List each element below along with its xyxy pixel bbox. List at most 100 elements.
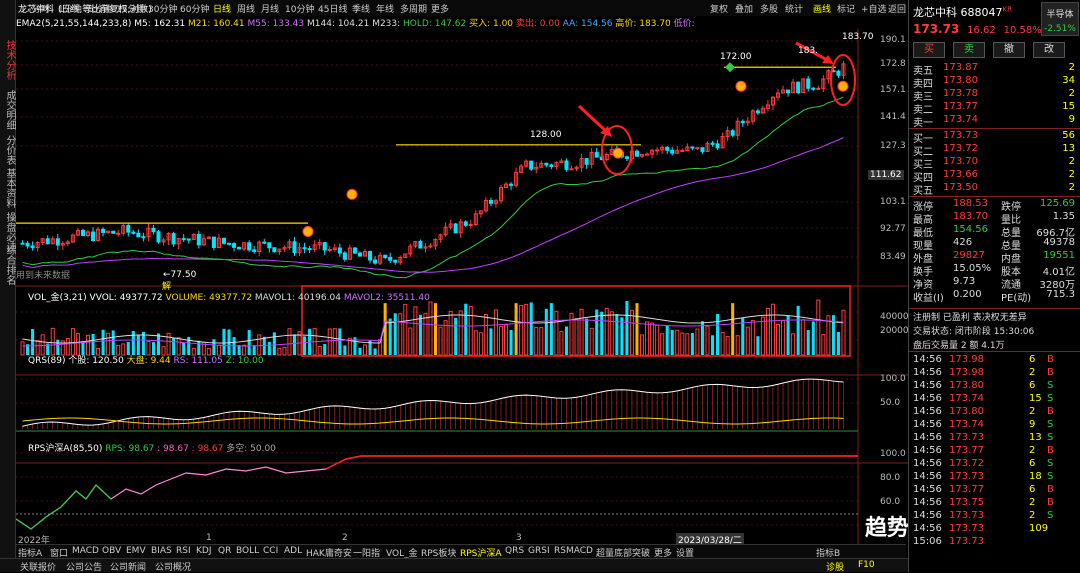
arrow-1 bbox=[577, 104, 610, 135]
orderbook-volume: 9 bbox=[1068, 114, 1075, 125]
qrs-rs: RS: 111.05 bbox=[173, 356, 223, 366]
tab-trade-detail[interactable]: 成交明细 bbox=[1, 90, 15, 130]
chart-area[interactable] bbox=[16, 29, 908, 544]
add-watchlist-button[interactable]: +自选 bbox=[861, 2, 887, 15]
vvol-value: VVOL: 49377.72 bbox=[89, 293, 163, 303]
info-line-2: 交易状态: 闭市阶段 15:30:06 bbox=[913, 327, 1035, 337]
cancel-order-button[interactable]: 撤 bbox=[993, 42, 1025, 58]
price-tick: 190.1 bbox=[880, 35, 906, 45]
buy-button[interactable]: 买 bbox=[913, 42, 945, 58]
quote-change: 16.62 bbox=[967, 25, 996, 36]
orderbook-row[interactable]: 卖五 173.87 2 bbox=[909, 62, 1080, 77]
tick-row: 14:56 173.77 2 B bbox=[913, 445, 1054, 456]
orderbook-row[interactable]: 买五 173.50 2 bbox=[909, 182, 1080, 197]
link-announcement[interactable]: 公司公告 bbox=[66, 560, 102, 573]
tab-cci[interactable]: CCI bbox=[263, 546, 278, 556]
draw-button[interactable]: 画线 bbox=[813, 2, 831, 15]
stat-row: 收益(I) 0.200 PE(动) 715.3 bbox=[913, 289, 1075, 304]
link-f10[interactable]: F10 bbox=[858, 560, 875, 570]
overlay-button[interactable]: 叠加 bbox=[735, 2, 753, 15]
orderbook-row[interactable]: 买二 173.72 13 bbox=[909, 143, 1080, 158]
date-tick: 1 bbox=[206, 533, 212, 543]
tab-emv[interactable]: EMV bbox=[126, 546, 146, 556]
link-news[interactable]: 公司新闻 bbox=[110, 560, 146, 573]
tab-qr[interactable]: QR bbox=[218, 546, 231, 556]
high-value: 高价: 183.70 bbox=[615, 19, 671, 29]
tick-row: 14:56 173.80 2 B bbox=[913, 406, 1054, 417]
ma21-value: M21: 160.41 bbox=[188, 19, 245, 29]
qrs-tick: 100.0 bbox=[880, 374, 906, 384]
rps-duokong: 多空: 50.00 bbox=[226, 444, 276, 454]
tick-list[interactable]: 14:56 173.98 6 B 14:56 173.98 2 B 14:56 173.80 6 S 1… bbox=[909, 352, 1080, 558]
tab-period-quarter[interactable]: 季线 bbox=[352, 2, 370, 15]
orderbook-level: 卖一 bbox=[913, 118, 933, 129]
tab-boll[interactable]: BOLL bbox=[236, 546, 259, 556]
tick-row: 14:56 173.73 13 S bbox=[913, 432, 1054, 443]
orderbook-row[interactable]: 卖三 173.78 2 bbox=[909, 88, 1080, 103]
quote-pct: 10.58% bbox=[1003, 25, 1042, 36]
orderbook-price: 173.77 bbox=[943, 101, 978, 112]
tab-technical-analysis[interactable]: 技术分析 bbox=[1, 40, 15, 80]
sell-orderbook: 卖五 173.87 2 卖四 173.80 34 卖三 173.78 2 卖二 173.77 15 卖一… bbox=[909, 62, 1080, 132]
tab-adl[interactable]: ADL bbox=[284, 546, 302, 556]
quote-price-line: 173.73 16.62 10.58% bbox=[913, 22, 1042, 36]
multi-stock-button[interactable]: 多股 bbox=[760, 2, 778, 15]
tab-period-daily[interactable]: 日线 bbox=[213, 2, 231, 15]
orderbook-row[interactable]: 卖二 173.77 15 bbox=[909, 101, 1080, 116]
orderbook-row[interactable]: 买一 173.73 56 bbox=[909, 130, 1080, 145]
tab-period-monthly[interactable]: 月线 bbox=[261, 2, 279, 15]
orderbook-row[interactable]: 买三 173.70 2 bbox=[909, 156, 1080, 171]
tab-period-5m[interactable]: 5分钟 bbox=[88, 2, 112, 15]
tab-basic-info[interactable]: 基本资料 bbox=[1, 168, 15, 208]
tab-obv[interactable]: OBV bbox=[102, 546, 121, 556]
orderbook-volume: 56 bbox=[1062, 130, 1075, 141]
tab-period-1m[interactable]: 1分钟 bbox=[58, 2, 82, 15]
back-button[interactable]: 返回 bbox=[888, 2, 906, 15]
rps-tick: 60.0 bbox=[880, 497, 901, 507]
tab-period-year[interactable]: 年线 bbox=[376, 2, 394, 15]
tab-price-table[interactable]: 分价表 bbox=[1, 135, 15, 165]
modify-order-button[interactable]: 改 bbox=[1033, 42, 1065, 58]
tab-bias[interactable]: BIAS bbox=[151, 546, 172, 556]
price-tick: 92.77 bbox=[880, 224, 906, 234]
tab-qrs[interactable]: QRS bbox=[505, 546, 524, 556]
quote-stats: 涨停 188.53 跌停 125.69 最高 183.70 量比 1.35 最低 154.56 总量… bbox=[909, 196, 1080, 308]
qrs-label: QRS(89) bbox=[28, 356, 66, 366]
tab-period-weekly[interactable]: 周线 bbox=[237, 2, 255, 15]
tick-row: 14:56 173.98 6 B bbox=[913, 354, 1054, 365]
orderbook-row[interactable]: 卖四 173.80 34 bbox=[909, 75, 1080, 90]
ma233-value: M233: bbox=[372, 19, 404, 29]
tab-period-10m[interactable]: 10分钟 bbox=[285, 2, 314, 15]
tab-period-multi[interactable]: 多周期 bbox=[400, 2, 427, 15]
sector-box[interactable]: 半导体 -2.51% bbox=[1041, 2, 1079, 36]
tab-rank[interactable]: 综合排名 bbox=[1, 245, 15, 285]
date-tick: 2 bbox=[342, 533, 348, 543]
tab-period-15m[interactable]: 15分钟 bbox=[116, 2, 145, 15]
sell-value: 卖出: 0.00 bbox=[515, 19, 560, 29]
tab-rsi[interactable]: RSI bbox=[176, 546, 191, 556]
tab-period-60m[interactable]: 60分钟 bbox=[180, 2, 209, 15]
stat-row: 现量 426 总量 49378 bbox=[913, 237, 1075, 252]
tab-grsi[interactable]: GRSI bbox=[528, 546, 550, 556]
hold-value: HOLD: 147.62 bbox=[403, 19, 467, 29]
sell-button[interactable]: 卖 bbox=[953, 42, 985, 58]
tab-period-45d[interactable]: 45日线 bbox=[318, 2, 347, 15]
link-related-quote[interactable]: 关联报价 bbox=[20, 560, 56, 573]
tab-period-intraday[interactable]: 分时 bbox=[32, 2, 50, 15]
rps-label: RPS沪深A(85,50) bbox=[28, 444, 103, 454]
quote-price: 173.73 bbox=[913, 22, 960, 36]
stat-row: 最低 154.56 总量 696.7亿 bbox=[913, 224, 1075, 239]
link-diagnose[interactable]: 诊股 bbox=[826, 560, 844, 573]
link-overview[interactable]: 公司概况 bbox=[155, 560, 191, 573]
mark-button[interactable]: 标记 bbox=[837, 2, 855, 15]
tab-macd[interactable]: MACD bbox=[72, 546, 99, 556]
tab-rsmacd[interactable]: RSMACD bbox=[554, 546, 593, 556]
tab-period-30m[interactable]: 30分钟 bbox=[148, 2, 177, 15]
restore-button[interactable]: 复权 bbox=[710, 2, 728, 15]
tab-kdj[interactable]: KDJ bbox=[196, 546, 212, 556]
stats-button[interactable]: 统计 bbox=[785, 2, 803, 15]
orderbook-volume: 15 bbox=[1062, 101, 1075, 112]
tab-period-more[interactable]: 更多 bbox=[431, 2, 449, 15]
orderbook-row[interactable]: 卖一 173.74 9 bbox=[909, 114, 1080, 129]
orderbook-row[interactable]: 买四 173.66 2 bbox=[909, 169, 1080, 184]
